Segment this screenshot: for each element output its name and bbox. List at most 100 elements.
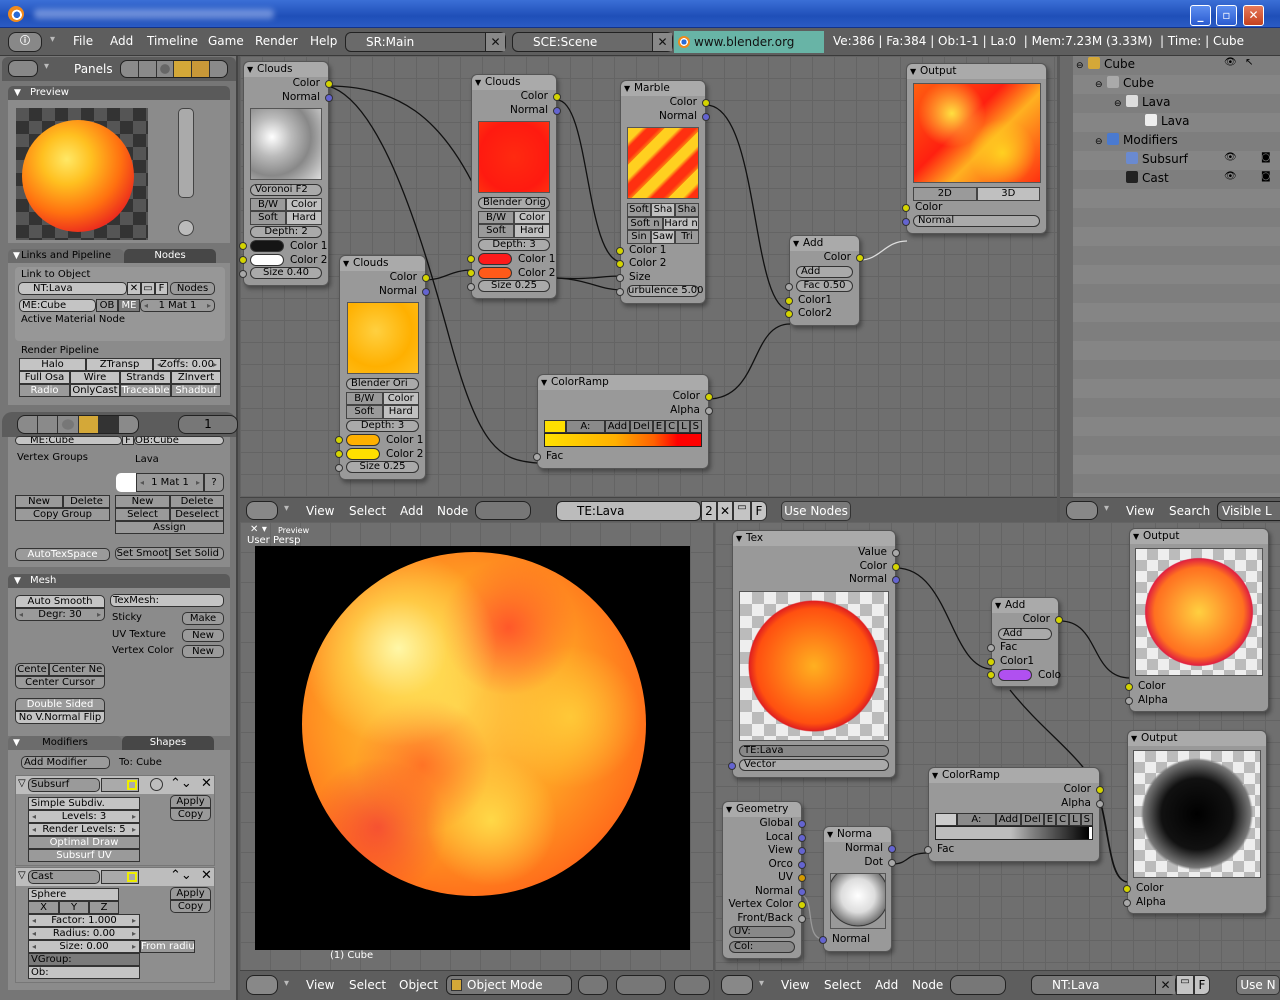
node-dropdown[interactable]: Vector <box>739 759 889 771</box>
color-input-row[interactable]: Colo <box>987 668 1061 682</box>
node-title[interactable]: Tex <box>733 531 895 546</box>
vector-socket[interactable] <box>798 847 806 855</box>
node-dropdown[interactable]: Normal <box>913 215 1040 227</box>
color-swatch[interactable] <box>478 266 512 279</box>
color-ramp-gradient[interactable] <box>544 433 702 447</box>
preview-refresh-button[interactable] <box>178 220 194 236</box>
color-swatch[interactable] <box>346 447 380 460</box>
ramp-button[interactable]: Del <box>630 420 653 433</box>
set-solid-button[interactable]: Set Solid <box>170 547 224 560</box>
vector-socket[interactable] <box>888 845 896 853</box>
value-socket[interactable] <box>616 288 624 296</box>
number-field[interactable]: Depth: 3 <box>478 238 550 251</box>
node-option-button[interactable]: Soft n <box>627 216 663 230</box>
color-input-row[interactable]: Color 1 <box>239 239 328 253</box>
close-button[interactable]: ✕ <box>1243 5 1264 26</box>
visibility-eye-icon[interactable]: 👁 <box>1224 152 1237 163</box>
menu-search[interactable]: Search <box>1169 504 1210 518</box>
ramp-button[interactable]: E <box>1043 813 1057 826</box>
cast-x-toggle[interactable]: X <box>28 901 59 914</box>
fake-user-icon[interactable]: ▭ <box>733 501 751 521</box>
traceable-button[interactable]: Traceable <box>120 384 171 397</box>
collapse-icon[interactable]: ▾ <box>1104 503 1109 514</box>
cast-name-field[interactable]: Cast <box>28 870 100 884</box>
color-socket[interactable] <box>1123 885 1131 893</box>
preview-panel-header[interactable]: Preview <box>8 86 230 100</box>
material-help-button[interactable]: ? <box>204 473 224 492</box>
delete-vertex-group-button[interactable]: Delete <box>63 495 110 508</box>
node-option-button[interactable]: Tri <box>675 230 699 244</box>
new-vertex-group-button[interactable]: New <box>15 495 63 508</box>
page-number-field[interactable]: 1 <box>178 415 238 434</box>
value-socket[interactable] <box>987 644 995 652</box>
render-toggle-icon[interactable]: ◙ <box>1261 152 1271 163</box>
object-icon[interactable] <box>78 416 99 433</box>
scene-selector[interactable]: SCE:Scene ✕ <box>512 32 673 52</box>
modifier-display-toggles[interactable] <box>101 778 139 792</box>
add-modifier-dropdown[interactable]: Add Modifier <box>21 756 110 769</box>
ramp-button[interactable]: A: 1.00 <box>957 813 996 836</box>
node-dropdown[interactable]: Blender Ori <box>346 378 419 390</box>
color-socket[interactable] <box>616 246 624 255</box>
menu-node[interactable]: Node <box>912 978 943 992</box>
script-icon[interactable] <box>139 61 157 77</box>
use-nodes-button[interactable]: Use N <box>1236 975 1280 995</box>
set-smooth-button[interactable]: Set Smoot <box>115 547 170 560</box>
make-sticky-button[interactable]: Make <box>182 612 224 625</box>
value-socket[interactable] <box>616 273 624 282</box>
color-socket[interactable] <box>422 274 430 282</box>
node-option-button[interactable]: Color <box>286 197 322 211</box>
new-uv-texture-button[interactable]: New <box>182 629 224 642</box>
value-socket[interactable] <box>924 846 932 854</box>
value-socket[interactable] <box>533 453 541 461</box>
unlink-icon[interactable]: ✕ <box>127 282 141 295</box>
clouds-node-3[interactable]: CloudsColorNormalBlender OrigB/WColorSof… <box>467 74 561 299</box>
value-socket[interactable] <box>1125 696 1133 705</box>
node-editor-type-icon[interactable] <box>721 975 753 995</box>
menu-help[interactable]: Help <box>310 34 337 48</box>
value-socket[interactable] <box>1123 898 1131 907</box>
ramp-button[interactable]: Add <box>995 813 1022 826</box>
color-ramp-gradient[interactable] <box>935 826 1093 840</box>
number-field[interactable]: urbulence 5.00 <box>627 285 704 297</box>
material-color-swatch[interactable] <box>116 473 136 492</box>
fake-user-icon[interactable]: ▭ <box>1176 975 1194 995</box>
text-field[interactable]: TE:Lava <box>739 744 889 757</box>
node-dropdown[interactable]: Blender Orig <box>478 197 550 209</box>
zinvert-button[interactable]: ZInvert <box>171 371 221 384</box>
deselect-material-button[interactable]: Deselect <box>170 508 224 521</box>
colorramp-node-bottom[interactable]: ColorRampColorAlpha A: 1.00AddDelECLS Fac <box>924 767 1104 862</box>
color-swatch[interactable] <box>250 240 284 252</box>
tab-nodes[interactable]: Nodes <box>124 249 216 263</box>
double-sided-button[interactable]: Double Sided <box>15 698 105 711</box>
mesh-panel-header[interactable]: Mesh <box>8 574 230 588</box>
tab-links-and-pipeline[interactable]: ▼ Links and Pipeline <box>8 249 124 263</box>
ramp-button[interactable]: A: 1.00 <box>566 420 605 443</box>
ztransp-button[interactable]: ZTransp <box>86 358 153 371</box>
color-input-row[interactable]: Color 2 <box>335 447 425 461</box>
menu-game[interactable]: Game <box>208 34 244 48</box>
output-node-bottom-2[interactable]: Output ColorAlpha <box>1123 730 1267 914</box>
me-button[interactable]: ME <box>118 299 140 312</box>
node-title[interactable]: Geometry <box>723 802 801 817</box>
value-socket[interactable] <box>705 406 713 415</box>
value-socket[interactable] <box>239 270 247 278</box>
3d-editor-type-icon[interactable] <box>246 975 278 995</box>
modifier-display-toggles[interactable] <box>101 870 139 884</box>
material-index-field[interactable]: 1 Mat 1 <box>136 473 204 492</box>
number-field[interactable]: Size 0.25 <box>478 280 550 292</box>
visibility-eye-icon[interactable]: 👁 <box>1224 171 1237 182</box>
texture-selector[interactable]: TE:Lava <box>556 501 701 521</box>
info-editor-type-icon[interactable]: ⓘ <box>8 32 42 52</box>
wire-button[interactable]: Wire <box>70 371 120 384</box>
number-field[interactable]: Depth: 2 <box>250 225 322 238</box>
expand-icon[interactable]: ⊖ <box>1095 80 1107 90</box>
node-title[interactable]: Norma <box>824 827 891 842</box>
delete-scene-icon[interactable]: ✕ <box>652 33 672 51</box>
node-title[interactable]: Add <box>992 598 1058 613</box>
color-socket[interactable] <box>335 436 343 444</box>
node-dropdown[interactable]: Add <box>998 627 1052 640</box>
vector-socket[interactable] <box>798 833 806 842</box>
vector-socket[interactable] <box>902 218 910 226</box>
select-material-button[interactable]: Select <box>115 508 170 521</box>
